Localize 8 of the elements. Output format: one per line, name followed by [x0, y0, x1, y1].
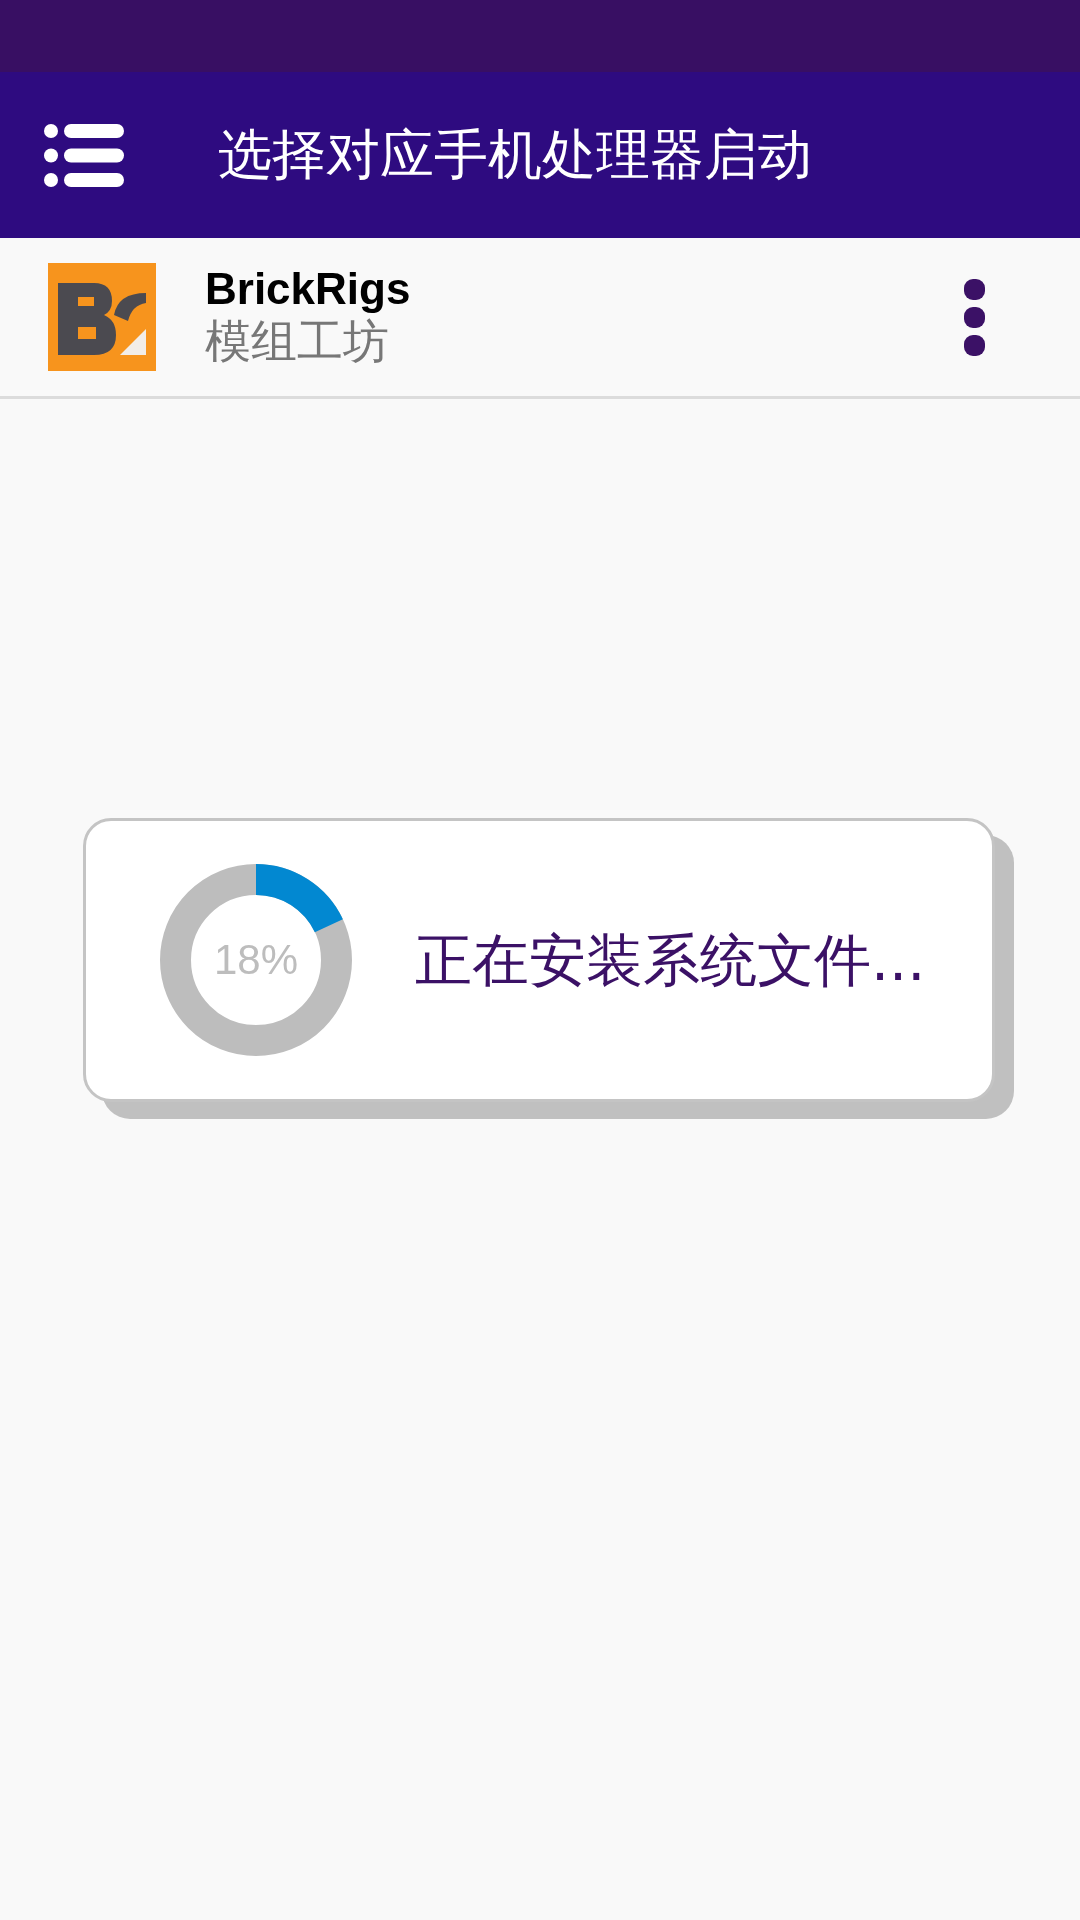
progress-percent: 18%	[213, 936, 299, 984]
app-bar-title: 选择对应手机处理器启动	[218, 122, 812, 188]
more-icon[interactable]	[964, 278, 985, 356]
app-logo-icon	[48, 263, 156, 371]
app-name: BrickRigs	[205, 265, 411, 314]
menu-icon[interactable]	[44, 123, 124, 187]
progress-message: 正在安装系统文件...	[415, 925, 926, 995]
app-subtitle: 模组工坊	[205, 313, 389, 369]
